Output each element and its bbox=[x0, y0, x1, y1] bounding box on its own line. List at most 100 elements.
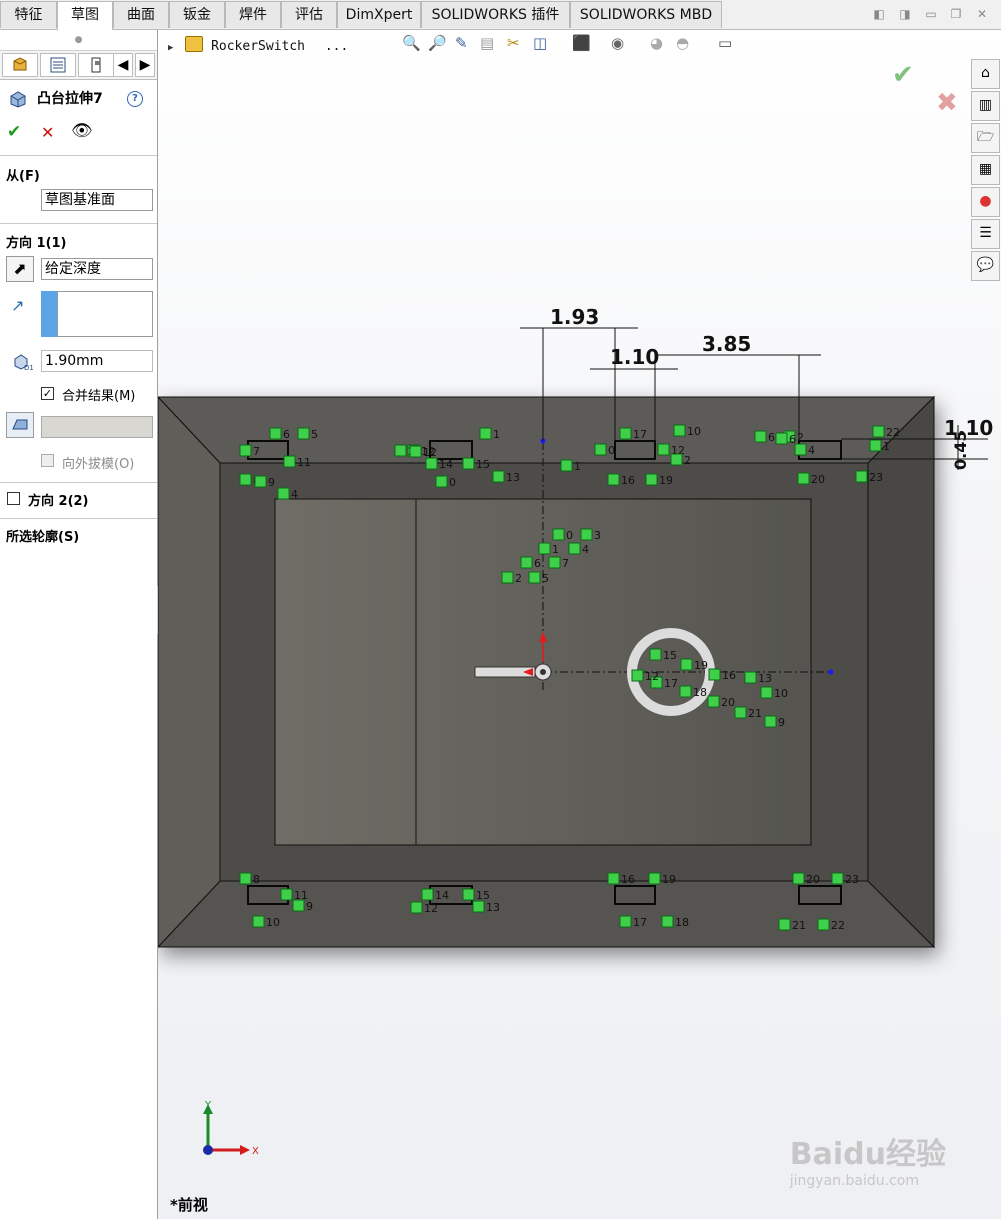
tab-evaluate[interactable]: 评估 bbox=[281, 1, 337, 28]
relation-glyph[interactable] bbox=[619, 915, 632, 928]
relation-glyph[interactable] bbox=[239, 872, 252, 885]
relation-glyph[interactable] bbox=[462, 888, 475, 901]
relation-glyph[interactable] bbox=[855, 470, 868, 483]
relation-glyph[interactable] bbox=[744, 671, 757, 684]
preview-eye-icon[interactable]: 👁 bbox=[71, 121, 93, 141]
relation-glyph[interactable] bbox=[252, 915, 265, 928]
relation-glyph[interactable] bbox=[479, 427, 492, 440]
cancel-button[interactable]: ✕ bbox=[41, 123, 54, 142]
relation-glyph[interactable] bbox=[421, 888, 434, 901]
relation-glyph[interactable] bbox=[283, 455, 296, 468]
minimize-icon[interactable]: ▭ bbox=[923, 6, 939, 22]
left-chamfer-face[interactable] bbox=[158, 396, 221, 948]
relation-glyph[interactable] bbox=[661, 915, 674, 928]
relation-glyph[interactable] bbox=[670, 453, 683, 466]
dimension-label[interactable]: 1.93 bbox=[550, 305, 599, 329]
relation-glyph[interactable] bbox=[472, 900, 485, 913]
relation-glyph[interactable] bbox=[277, 487, 290, 500]
end-condition-select[interactable]: 给定深度 bbox=[41, 258, 153, 280]
reverse-direction-button[interactable]: ⬈ bbox=[6, 256, 34, 282]
tile-left-icon[interactable]: ◧ bbox=[871, 6, 887, 22]
help-icon[interactable]: ? bbox=[127, 91, 143, 107]
relation-glyph[interactable] bbox=[645, 473, 658, 486]
from-section-header[interactable]: 从(F) bbox=[6, 165, 40, 184]
relation-glyph[interactable] bbox=[560, 459, 573, 472]
relation-glyph[interactable] bbox=[520, 556, 533, 569]
bottom-chamfer-face[interactable] bbox=[158, 880, 936, 948]
relation-glyph[interactable] bbox=[734, 706, 747, 719]
relation-glyph[interactable] bbox=[435, 475, 448, 488]
selected-contours-header[interactable]: 所选轮廓(S) bbox=[6, 526, 79, 545]
model-view[interactable]: 1.93 1.10 3.85 1.10 0.45 657121148921121… bbox=[158, 30, 1001, 1219]
relation-glyph[interactable] bbox=[657, 443, 670, 456]
relation-glyph[interactable] bbox=[648, 872, 661, 885]
relation-glyph[interactable] bbox=[707, 695, 720, 708]
ok-button[interactable]: ✔ bbox=[7, 122, 21, 142]
relation-glyph[interactable] bbox=[594, 443, 607, 456]
relation-glyph[interactable] bbox=[607, 473, 620, 486]
dimension-label[interactable]: 0.45 bbox=[951, 431, 970, 470]
relation-glyph[interactable] bbox=[754, 430, 767, 443]
sketch-point[interactable] bbox=[828, 669, 834, 675]
relation-glyph[interactable] bbox=[649, 648, 662, 661]
relation-glyph[interactable] bbox=[679, 685, 692, 698]
feature-manager-tab[interactable] bbox=[2, 53, 38, 77]
configuration-manager-tab[interactable] bbox=[78, 53, 114, 77]
tab-solidworks-addins[interactable]: SOLIDWORKS 插件 bbox=[421, 1, 570, 28]
direction2-section-header[interactable]: 方向 2(2) bbox=[28, 490, 89, 509]
draft-toggle-button[interactable] bbox=[6, 412, 34, 438]
tab-sketch[interactable]: 草图 bbox=[57, 1, 113, 30]
relation-glyph[interactable] bbox=[568, 542, 581, 555]
relation-glyph[interactable] bbox=[607, 872, 620, 885]
property-manager-tab[interactable] bbox=[40, 53, 76, 77]
relation-glyph[interactable] bbox=[425, 457, 438, 470]
relation-glyph[interactable] bbox=[254, 475, 267, 488]
relation-glyph[interactable] bbox=[280, 888, 293, 901]
panel-grip[interactable]: ● bbox=[0, 30, 157, 51]
relation-glyph[interactable] bbox=[528, 571, 541, 584]
relation-glyph[interactable] bbox=[778, 918, 791, 931]
direction-reference-box[interactable] bbox=[57, 291, 153, 337]
merge-result-checkbox[interactable]: ✓ bbox=[41, 387, 54, 400]
direction1-section-header[interactable]: 方向 1(1) bbox=[6, 232, 67, 251]
tab-solidworks-mbd[interactable]: SOLIDWORKS MBD bbox=[570, 1, 722, 28]
relation-glyph[interactable] bbox=[680, 658, 693, 671]
direction2-checkbox[interactable] bbox=[7, 492, 20, 505]
relation-glyph[interactable] bbox=[831, 872, 844, 885]
scroll-left-icon[interactable]: ◀ bbox=[113, 53, 133, 77]
relation-glyph[interactable] bbox=[410, 901, 423, 914]
relation-glyph[interactable] bbox=[797, 472, 810, 485]
relation-glyph[interactable] bbox=[501, 571, 514, 584]
relation-glyph[interactable] bbox=[269, 427, 282, 440]
dimension-label[interactable]: 1.10 bbox=[610, 345, 659, 369]
close-icon[interactable]: ✕ bbox=[974, 6, 990, 22]
relation-glyph[interactable] bbox=[394, 444, 407, 457]
from-start-condition-select[interactable]: 草图基准面 bbox=[41, 189, 153, 211]
relation-glyph[interactable] bbox=[869, 439, 882, 452]
tab-weldments[interactable]: 焊件 bbox=[225, 1, 281, 28]
scroll-right-icon[interactable]: ▶ bbox=[135, 53, 155, 77]
relation-glyph[interactable] bbox=[580, 528, 593, 541]
relation-glyph[interactable] bbox=[817, 918, 830, 931]
relation-glyph[interactable] bbox=[673, 424, 686, 437]
relation-glyph[interactable] bbox=[631, 669, 644, 682]
relation-glyph[interactable] bbox=[492, 470, 505, 483]
tab-features[interactable]: 特征 bbox=[0, 1, 57, 28]
relation-glyph[interactable] bbox=[794, 443, 807, 456]
relation-glyph[interactable] bbox=[239, 444, 252, 457]
relation-glyph[interactable] bbox=[764, 715, 777, 728]
relation-glyph[interactable] bbox=[538, 542, 551, 555]
graphics-area[interactable]: ▶ RockerSwitch ... 🔍 🔎 ✎ ▤ ✂ ◫ ⬛ ◉ ◕ ◓ ▭… bbox=[158, 30, 1001, 1219]
tab-surfaces[interactable]: 曲面 bbox=[113, 1, 169, 28]
relation-glyph[interactable] bbox=[760, 686, 773, 699]
relation-glyph[interactable] bbox=[292, 899, 305, 912]
tile-right-icon[interactable]: ◨ bbox=[897, 6, 913, 22]
relation-glyph[interactable] bbox=[409, 445, 422, 458]
relation-glyph[interactable] bbox=[548, 556, 561, 569]
relation-glyph[interactable] bbox=[792, 872, 805, 885]
restore-icon[interactable]: ❐ bbox=[948, 6, 964, 22]
depth-input[interactable]: 1.90mm bbox=[41, 350, 153, 372]
relation-glyph[interactable] bbox=[297, 427, 310, 440]
relation-glyph[interactable] bbox=[872, 425, 885, 438]
relation-glyph[interactable] bbox=[708, 668, 721, 681]
